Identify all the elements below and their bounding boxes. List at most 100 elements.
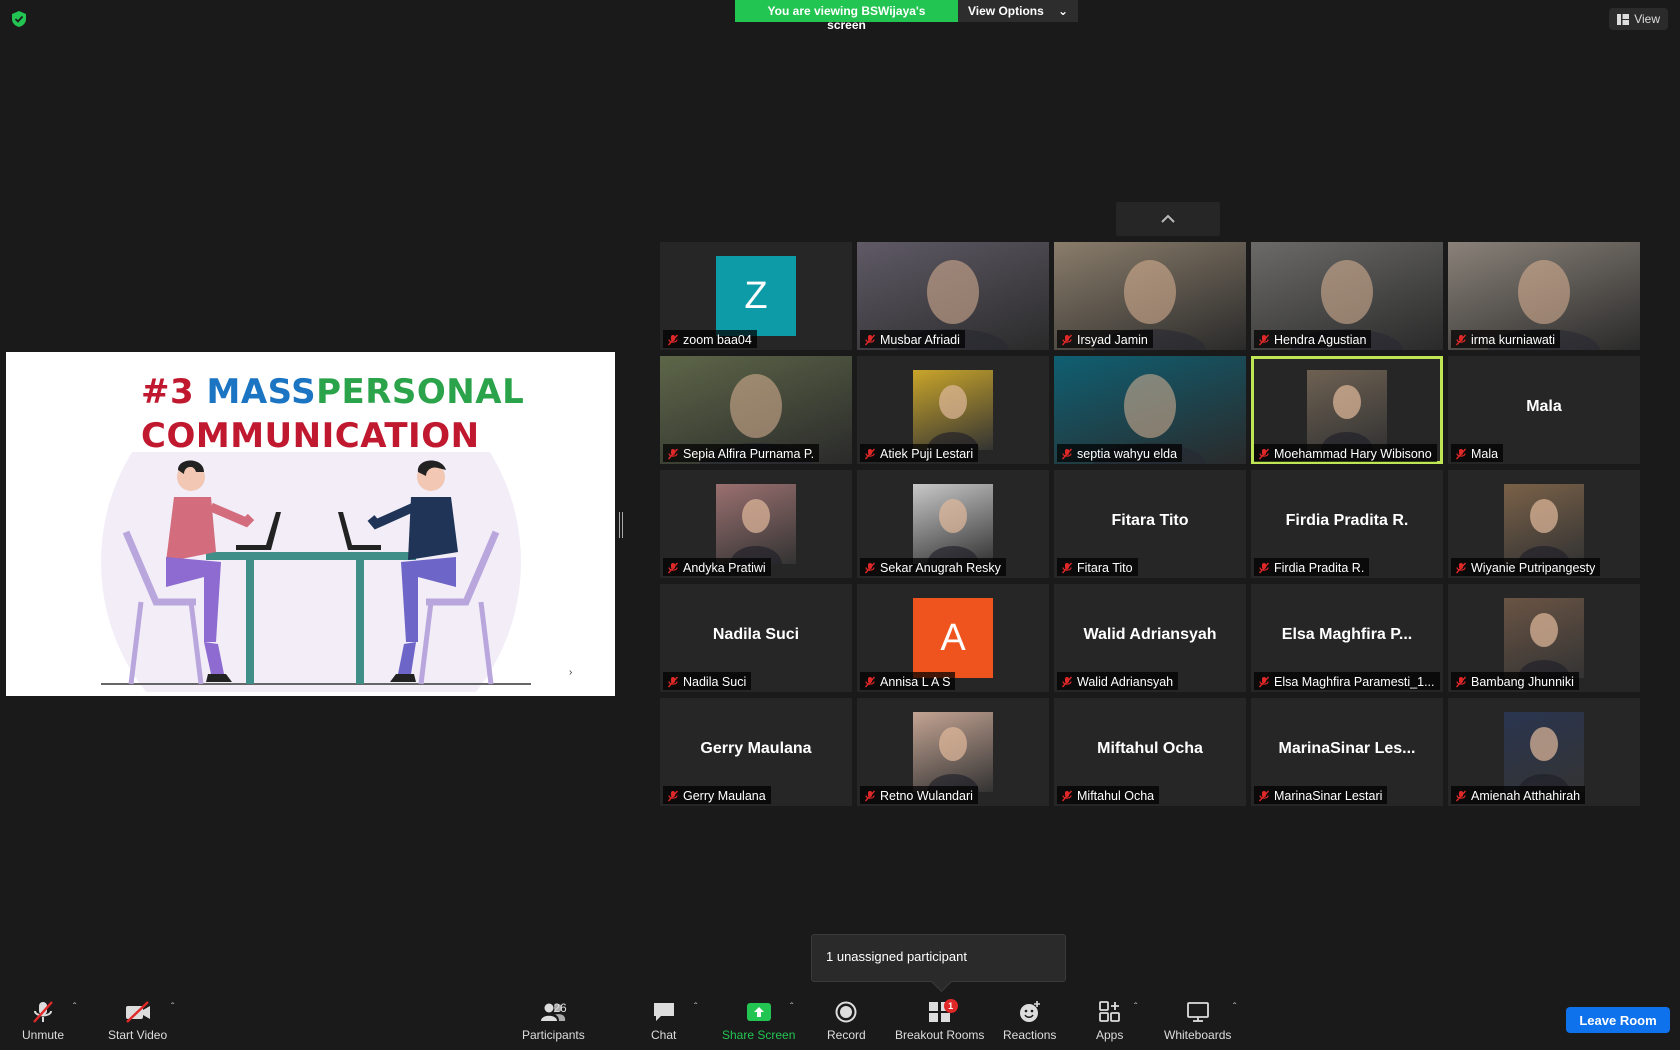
muted-microphone-icon bbox=[33, 1001, 53, 1023]
participant-nameplate: irma kurniawati bbox=[1451, 330, 1561, 348]
participant-photo bbox=[913, 484, 993, 564]
participant-tile[interactable]: Sekar Anugrah Resky bbox=[857, 470, 1049, 578]
participant-tile[interactable]: Andyka Pratiwi bbox=[660, 470, 852, 578]
participant-name: Annisa L A S bbox=[880, 674, 951, 689]
video-off-icon bbox=[125, 1001, 150, 1023]
muted-mic-icon bbox=[1258, 562, 1270, 573]
breakout-rooms-badge: 1 bbox=[943, 999, 958, 1013]
participant-nameplate: Amienah Atthahirah bbox=[1451, 786, 1586, 804]
whiteboards-button[interactable]: Whiteboards bbox=[1164, 998, 1231, 1042]
record-button[interactable]: Record bbox=[827, 998, 866, 1042]
muted-mic-icon bbox=[667, 562, 679, 573]
apps-button[interactable]: Apps bbox=[1096, 998, 1123, 1042]
participant-nameplate: Bambang Jhunniki bbox=[1451, 672, 1579, 690]
apps-options-caret-icon[interactable]: ˆ bbox=[1134, 1002, 1137, 1013]
participant-name: septia wahyu elda bbox=[1077, 446, 1178, 461]
participant-nameplate: Sekar Anugrah Resky bbox=[860, 558, 1006, 576]
participant-nameplate: Irsyad Jamin bbox=[1057, 330, 1153, 348]
slide-title-personal: PERSONAL bbox=[316, 372, 525, 412]
muted-mic-icon bbox=[864, 676, 876, 687]
share-screen-icon bbox=[746, 1003, 771, 1021]
participant-name: Atiek Puji Lestari bbox=[880, 446, 974, 461]
muted-mic-icon bbox=[1455, 676, 1467, 687]
chat-options-caret-icon[interactable]: ˆ bbox=[694, 1002, 697, 1013]
participants-button[interactable]: 26 Participants bbox=[522, 998, 585, 1042]
view-options-button[interactable]: View Options ⌄ bbox=[958, 0, 1078, 22]
participant-name: Firdia Pradita R. bbox=[1274, 560, 1365, 575]
participant-nameplate: Fitara Tito bbox=[1057, 558, 1138, 576]
participant-tile[interactable]: irma kurniawati bbox=[1448, 242, 1640, 350]
participant-name: Bambang Jhunniki bbox=[1471, 674, 1574, 689]
participant-name: Mala bbox=[1471, 446, 1499, 461]
unmute-button[interactable]: Unmute bbox=[22, 998, 64, 1042]
participant-name: Gerry Maulana bbox=[683, 788, 766, 803]
share-screen-button[interactable]: Share Screen bbox=[722, 998, 795, 1042]
participant-tile[interactable]: Mala Mala bbox=[1448, 356, 1640, 464]
whiteboards-options-caret-icon[interactable]: ˆ bbox=[1233, 1002, 1236, 1013]
participant-tile[interactable]: Moehammad Hary Wibisono bbox=[1251, 356, 1443, 464]
participant-tile[interactable]: septia wahyu elda bbox=[1054, 356, 1246, 464]
whiteboard-icon bbox=[1186, 1002, 1209, 1022]
participant-tile[interactable]: Atiek Puji Lestari bbox=[857, 356, 1049, 464]
participant-tile[interactable]: Musbar Afriadi bbox=[857, 242, 1049, 350]
participant-name: Sekar Anugrah Resky bbox=[880, 560, 1001, 575]
participant-nameplate: Elsa Maghfira Paramesti_1... bbox=[1254, 672, 1440, 690]
reactions-smiley-icon bbox=[1019, 1001, 1040, 1022]
breakout-rooms-button[interactable]: 1 Breakout Rooms bbox=[895, 998, 984, 1042]
participant-nameplate: Sepia Alfira Purnama P. bbox=[663, 444, 820, 462]
participant-tile[interactable]: Zzoom baa04 bbox=[660, 242, 852, 350]
participant-name: Fitara Tito bbox=[1077, 560, 1133, 575]
participant-tile[interactable]: Bambang Jhunniki bbox=[1448, 584, 1640, 692]
leave-room-button[interactable]: Leave Room bbox=[1566, 1007, 1670, 1033]
participant-tile[interactable]: Hendra Agustian bbox=[1251, 242, 1443, 350]
participant-name: Elsa Maghfira Paramesti_1... bbox=[1274, 674, 1435, 689]
participant-nameplate: Nadila Suci bbox=[663, 672, 752, 690]
participant-tile[interactable]: Amienah Atthahirah bbox=[1448, 698, 1640, 806]
participant-tile[interactable]: Miftahul Ocha Miftahul Ocha bbox=[1054, 698, 1246, 806]
participant-tile[interactable]: Sepia Alfira Purnama P. bbox=[660, 356, 852, 464]
muted-mic-icon bbox=[1455, 562, 1467, 573]
participant-tile[interactable]: Walid Adriansyah Walid Adriansyah bbox=[1054, 584, 1246, 692]
participant-display-name: Firdia Pradita R. bbox=[1285, 512, 1409, 529]
chat-label: Chat bbox=[651, 1028, 677, 1042]
reactions-button[interactable]: Reactions bbox=[1003, 998, 1056, 1042]
chat-bubble-icon bbox=[653, 1003, 674, 1021]
participant-nameplate: zoom baa04 bbox=[663, 330, 757, 348]
participant-tile[interactable]: Nadila Suci Nadila Suci bbox=[660, 584, 852, 692]
participant-tile[interactable]: Firdia Pradita R. Firdia Pradita R. bbox=[1251, 470, 1443, 578]
chat-button[interactable]: Chat bbox=[651, 998, 676, 1042]
muted-mic-icon bbox=[864, 790, 876, 801]
participant-tile[interactable]: Gerry Maulana Gerry Maulana bbox=[660, 698, 852, 806]
view-options-label: View Options bbox=[968, 4, 1044, 18]
audio-options-caret-icon[interactable]: ˆ bbox=[73, 1002, 76, 1013]
gallery-scroll-up-button[interactable] bbox=[1116, 202, 1220, 236]
view-button[interactable]: View bbox=[1609, 8, 1668, 30]
participant-tile[interactable]: Wiyanie Putripangesty bbox=[1448, 470, 1640, 578]
participant-tile[interactable]: MarinaSinar Les... MarinaSinar Lestari bbox=[1251, 698, 1443, 806]
participant-tile[interactable]: Elsa Maghfira P... Elsa Maghfira Paramest… bbox=[1251, 584, 1443, 692]
participant-nameplate: Andyka Pratiwi bbox=[663, 558, 771, 576]
video-options-caret-icon[interactable]: ˆ bbox=[171, 1002, 174, 1013]
slide-illustration bbox=[101, 452, 531, 692]
participant-nameplate: Miftahul Ocha bbox=[1057, 786, 1160, 804]
reactions-label: Reactions bbox=[1003, 1028, 1057, 1042]
viewing-banner: You are viewing BSWijaya's screen View O… bbox=[735, 0, 1078, 32]
split-view-resize-handle[interactable] bbox=[619, 512, 623, 538]
participant-tile[interactable]: Fitara Tito Fitara Tito bbox=[1054, 470, 1246, 578]
apps-icon bbox=[1098, 1001, 1120, 1022]
participant-tile[interactable]: A Annisa L A S bbox=[857, 584, 1049, 692]
participant-name: Miftahul Ocha bbox=[1077, 788, 1155, 803]
participant-nameplate: MarinaSinar Lestari bbox=[1254, 786, 1388, 804]
participant-avatar-letter: A bbox=[913, 598, 993, 678]
participant-name: Hendra Agustian bbox=[1274, 332, 1367, 347]
share-options-caret-icon[interactable]: ˆ bbox=[790, 1002, 793, 1013]
participant-photo bbox=[1504, 484, 1584, 564]
participant-display-name: Miftahul Ocha bbox=[1097, 740, 1203, 757]
participant-name: Sepia Alfira Purnama P. bbox=[683, 446, 815, 461]
tooltip-text: 1 unassigned participant bbox=[826, 949, 967, 964]
participant-name: zoom baa04 bbox=[683, 332, 752, 347]
start-video-button[interactable]: Start Video bbox=[108, 998, 167, 1042]
participant-tile[interactable]: Irsyad Jamin bbox=[1054, 242, 1246, 350]
security-shield-icon[interactable] bbox=[10, 10, 28, 28]
participant-tile[interactable]: Retno Wulandari bbox=[857, 698, 1049, 806]
